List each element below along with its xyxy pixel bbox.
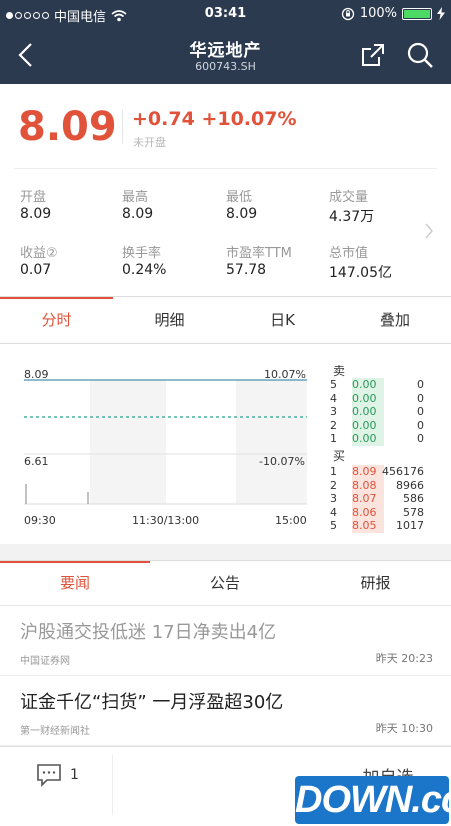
ob-price: 0.00: [352, 432, 384, 446]
ob-price: 8.05: [352, 519, 384, 533]
sell-row: 3 0.00 0: [330, 405, 426, 419]
ob-volume: 0: [417, 391, 424, 405]
tab-intraday[interactable]: 分时: [0, 297, 113, 345]
battery-percent: 100%: [359, 6, 397, 21]
pct-axis-top-label: 10.07%: [264, 368, 306, 381]
x-axis-label-mid: 11:30/13:00: [132, 514, 200, 527]
ob-price: 8.06: [352, 505, 384, 520]
ob-price: 8.09: [352, 465, 384, 479]
ob-level: 5: [330, 378, 337, 391]
ob-price: 0.00: [352, 405, 384, 419]
price-divider: [122, 110, 123, 144]
stat-open: 开盘 8.09: [20, 190, 52, 222]
news-time: 昨天 10:30: [375, 722, 433, 735]
buy-row: 4 8.06 578: [330, 505, 426, 520]
comment-icon[interactable]: [36, 763, 62, 787]
chart-tabs: 分时 明细 日K 叠加: [0, 296, 451, 344]
stat-turnover: 换手率 0.24%: [122, 246, 167, 278]
orientation-lock-icon: [341, 7, 354, 20]
divider: [112, 755, 113, 815]
status-bar: 中国电信 03:41 100%: [0, 0, 451, 28]
ob-volume: 456176: [382, 465, 424, 478]
sell-row: 1 0.00 0: [330, 432, 426, 446]
share-icon[interactable]: [360, 42, 386, 68]
sell-row: 2 0.00 0: [330, 418, 426, 433]
news-source: 第一财经新闻社: [20, 726, 90, 737]
ob-volume: 0: [417, 432, 424, 445]
buy-row: 5 8.05 1017: [330, 519, 426, 533]
news-title: 沪股通交投低迷 17日净卖出4亿: [20, 622, 277, 643]
quote-panel: 8.09 +0.74 +10.07% 未开盘 开盘 8.09 最高 8.09 最低 8…: [0, 84, 451, 296]
ob-volume: 0: [417, 405, 424, 418]
stat-high: 最高 8.09: [122, 190, 154, 222]
stat-pe: 市盈率TTM 57.78: [226, 246, 292, 278]
stat-volume: 成交量 4.37万: [329, 190, 375, 225]
stat-low: 最低 8.09: [226, 190, 258, 222]
y-axis-top-label: 8.09: [24, 368, 49, 381]
ob-level: 2: [330, 478, 337, 492]
stat-eps: 收益② 0.07: [20, 246, 58, 278]
y-axis-bottom-label: 6.61: [24, 455, 49, 468]
nav-bar: 华远地产 600743.SH: [0, 28, 451, 84]
chart-band: [90, 380, 166, 504]
ob-volume: 586: [403, 492, 424, 505]
tab-headlines[interactable]: 要闻: [0, 561, 150, 607]
buy-row: 2 8.08 8966: [330, 478, 426, 493]
market-state: 未开盘: [133, 136, 166, 149]
buy-row: 1 8.09 456176: [330, 465, 426, 479]
sell-row: 5 0.00 0: [330, 378, 426, 392]
sell-header: 卖: [333, 364, 346, 378]
news-title: 证金千亿“扫货” 一月浮盈超30亿: [20, 692, 284, 713]
intraday-chart: 8.09 10.07% 6.61 -10.07% 09:30 11:30/13:…: [0, 344, 451, 544]
tab-detail[interactable]: 明细: [113, 297, 226, 345]
ob-volume: 8966: [396, 478, 424, 492]
ob-level: 1: [330, 432, 337, 445]
buy-header: 买: [333, 449, 346, 463]
comment-count: 1: [70, 767, 79, 783]
buy-row: 3 8.07 586: [330, 492, 426, 506]
tab-daily-k[interactable]: 日K: [226, 297, 339, 345]
stat-market-cap: 总市值 147.05亿: [329, 246, 392, 281]
charging-icon: [437, 7, 445, 20]
ob-price: 8.08: [352, 478, 384, 493]
price-change: +0.74 +10.07%: [132, 108, 297, 130]
ob-level: 1: [330, 465, 337, 478]
tab-overlay[interactable]: 叠加: [339, 297, 451, 345]
chart-band: [236, 380, 307, 504]
ob-level: 5: [330, 519, 337, 532]
news-source: 中国证券网: [20, 656, 70, 667]
ob-level: 4: [330, 391, 337, 405]
watermark-logo: DOWN.cc: [295, 776, 451, 824]
news-tabs: 要闻 公告 研报: [0, 560, 451, 606]
ob-price: 0.00: [352, 418, 384, 433]
pct-axis-bottom-label: -10.07%: [259, 455, 305, 468]
news-time: 昨天 20:23: [375, 652, 433, 665]
news-item[interactable]: 沪股通交投低迷 17日净卖出4亿 中国证券网 昨天 20:23: [0, 606, 451, 676]
ob-level: 3: [330, 405, 337, 418]
ob-volume: 578: [403, 505, 424, 519]
battery-icon: [402, 7, 432, 20]
ob-price: 0.00: [352, 391, 384, 406]
ob-level: 4: [330, 505, 337, 519]
x-axis-label-start: 09:30: [24, 514, 56, 527]
tab-research[interactable]: 研报: [300, 561, 451, 607]
ob-price: 0.00: [352, 378, 384, 392]
ob-level: 2: [330, 418, 337, 432]
search-icon[interactable]: [406, 41, 434, 69]
news-item[interactable]: 证金千亿“扫货” 一月浮盈超30亿 第一财经新闻社 昨天 10:30: [0, 676, 451, 746]
ob-volume: 1017: [396, 519, 424, 532]
ob-volume: 0: [417, 418, 424, 432]
ob-volume: 0: [417, 378, 424, 391]
x-axis-label-end: 15:00: [275, 514, 307, 527]
ob-level: 3: [330, 492, 337, 505]
ob-price: 8.07: [352, 492, 384, 506]
divider: [14, 168, 437, 169]
chevron-right-icon[interactable]: [424, 222, 434, 240]
tab-announcements[interactable]: 公告: [150, 561, 300, 607]
sell-row: 4 0.00 0: [330, 391, 426, 406]
current-price: 8.09: [18, 104, 117, 150]
